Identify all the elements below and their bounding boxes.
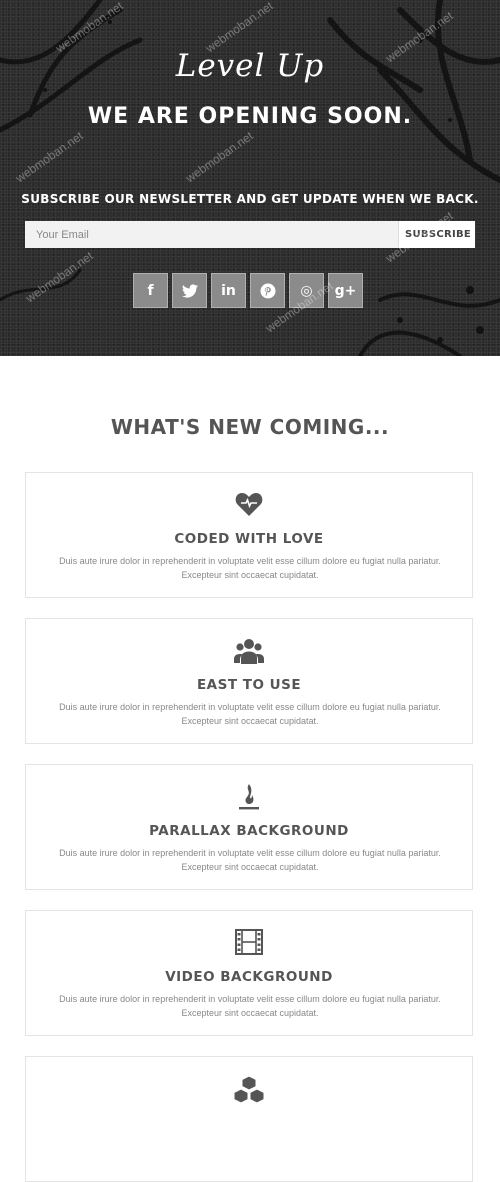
subscribe-form: SUBSCRIBE [25,221,475,248]
subscribe-heading: SUBSCRIBE OUR NEWSLETTER AND GET UPDATE … [21,192,479,206]
google-plus-icon[interactable]: g+ [328,273,363,308]
feature-title: VIDEO BACKGROUND [165,969,333,985]
feature-card [25,1056,473,1182]
feature-title: CODED WITH LOVE [174,531,324,547]
feature-description: Duis aute irure dolor in reprehenderit i… [59,994,441,1018]
facebook-icon[interactable]: f [133,273,168,308]
feature-description: Duis aute irure dolor in reprehenderit i… [59,556,441,580]
film-icon [235,929,263,955]
site-logo: Level Up [175,48,325,84]
subscribe-button[interactable]: SUBSCRIBE [398,221,475,248]
twitter-icon[interactable] [172,273,207,308]
dribbble-icon[interactable]: ◎ [289,273,324,308]
feature-card: EAST TO USE Duis aute irure dolor in rep… [25,618,473,744]
feature-description: Duis aute irure dolor in reprehenderit i… [59,848,441,872]
hero-section: Level Up WE ARE OPENING SOON. SUBSCRIBE … [0,0,500,356]
users-icon [234,639,264,664]
social-links: f in ◎ g+ [133,273,363,308]
linkedin-icon[interactable]: in [211,273,246,308]
feature-card: VIDEO BACKGROUND Duis aute irure dolor i… [25,910,473,1036]
fire-icon [239,784,259,810]
feature-title: EAST TO USE [196,677,302,693]
pinterest-icon[interactable] [250,273,285,308]
features-title: WHAT'S NEW COMING... [110,415,390,439]
heart-icon [235,493,263,516]
opening-headline: WE ARE OPENING SOON. [87,104,413,129]
feature-title: PARALLAX BACKGROUND [149,823,349,839]
cubes-icon [233,1075,265,1103]
email-field[interactable] [25,221,398,248]
feature-card: PARALLAX BACKGROUND Duis aute irure dolo… [25,764,473,890]
feature-description: Duis aute irure dolor in reprehenderit i… [59,702,441,726]
feature-card: CODED WITH LOVE Duis aute irure dolor in… [25,472,473,598]
